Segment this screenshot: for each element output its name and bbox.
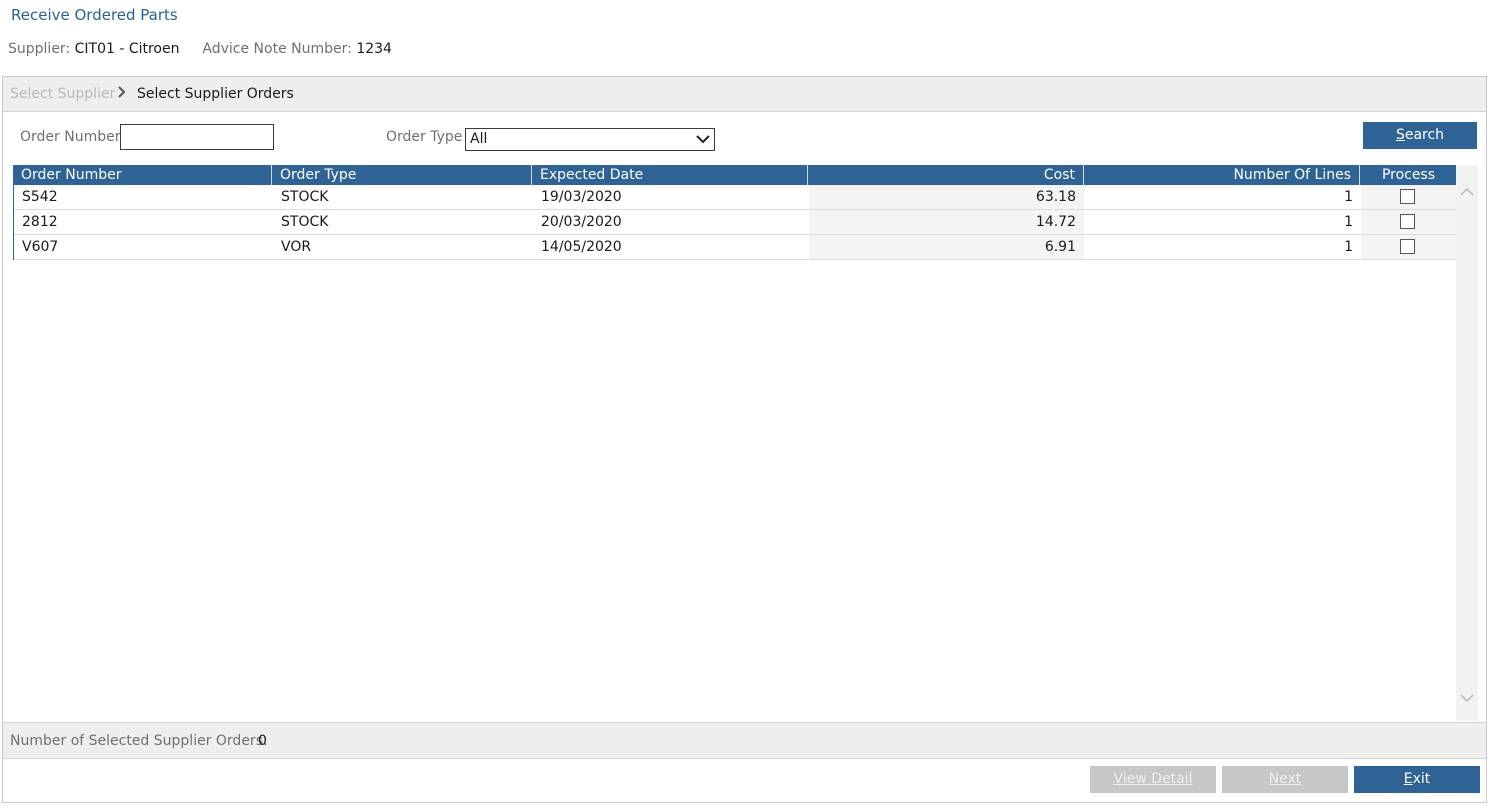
column-header-number-of-lines[interactable]: Number Of Lines — [1084, 165, 1360, 185]
table-row[interactable]: 2812 STOCK 20/03/2020 14.72 1 — [14, 210, 1456, 235]
order-number-label: Order Number — [20, 129, 121, 145]
table-row[interactable]: V607 VOR 14/05/2020 6.91 1 — [14, 235, 1456, 260]
chevron-up-icon[interactable] — [1460, 185, 1474, 201]
column-header-process[interactable]: Process — [1360, 165, 1457, 185]
order-type-selected-value: All — [470, 131, 488, 147]
selected-orders-label: Number of Selected Supplier Orders: — [10, 733, 268, 749]
view-detail-button[interactable]: View Detail — [1090, 766, 1216, 793]
cell-number-of-lines: 1 — [1344, 214, 1353, 230]
order-type-select[interactable]: All — [465, 128, 715, 151]
process-checkbox[interactable] — [1400, 239, 1415, 254]
cell-cost: 14.72 — [809, 210, 1084, 234]
advice-note-label: Advice Note Number: — [202, 41, 352, 57]
exit-accesskey: E — [1403, 771, 1413, 787]
cell-number-of-lines: 1 — [1344, 189, 1353, 205]
process-checkbox[interactable] — [1400, 214, 1415, 229]
order-number-input[interactable] — [120, 124, 274, 150]
column-header-order-number[interactable]: Order Number — [13, 165, 272, 185]
page-title: Receive Ordered Parts — [11, 6, 178, 24]
cell-order-type: STOCK — [281, 214, 329, 230]
view-detail-accesskey: V — [1113, 771, 1123, 787]
cell-order-number: 2812 — [22, 214, 58, 230]
grid-scrollbar[interactable] — [1456, 165, 1478, 721]
supplier-value: CIT01 - Citroen — [74, 41, 180, 57]
breadcrumb-select-supplier-orders: Select Supplier Orders — [137, 86, 294, 102]
cell-order-number: V607 — [22, 239, 59, 255]
search-button[interactable]: Search — [1363, 122, 1477, 149]
supplier-label: Supplier: — [8, 41, 71, 57]
column-header-order-type[interactable]: Order Type — [272, 165, 532, 185]
cell-cost: 63.18 — [809, 185, 1084, 209]
breadcrumb: Select Supplier Select Supplier Orders — [3, 77, 1486, 112]
order-context-info: Supplier: CIT01 - Citroen Advice Note Nu… — [8, 41, 392, 57]
grid-header: Order Number Order Type Expected Date Co… — [13, 165, 1457, 185]
search-button-label: earch — [1404, 127, 1445, 143]
cell-order-type: STOCK — [281, 189, 329, 205]
cell-process — [1361, 210, 1456, 234]
cell-number-of-lines: 1 — [1344, 239, 1353, 255]
process-checkbox[interactable] — [1400, 189, 1415, 204]
next-accesskey: N — [1268, 771, 1280, 787]
order-type-label: Order Type — [386, 129, 463, 145]
column-header-cost[interactable]: Cost — [808, 165, 1084, 185]
exit-button[interactable]: Exit — [1354, 766, 1480, 793]
grid-body: S542 STOCK 19/03/2020 63.18 1 2812 STOCK… — [13, 185, 1457, 260]
selected-orders-count: 0 — [258, 733, 267, 749]
cell-expected-date: 19/03/2020 — [541, 189, 622, 205]
chevron-right-icon — [116, 85, 128, 103]
column-header-expected-date[interactable]: Expected Date — [532, 165, 808, 185]
cell-order-type: VOR — [281, 239, 312, 255]
main-panel: Select Supplier Select Supplier Orders O… — [2, 76, 1487, 803]
chevron-down-icon[interactable] — [1460, 691, 1474, 707]
next-label: ext — [1279, 771, 1302, 787]
cell-process — [1361, 235, 1456, 259]
cell-expected-date: 20/03/2020 — [541, 214, 622, 230]
next-button[interactable]: Next — [1222, 766, 1348, 793]
exit-label: xit — [1412, 771, 1431, 787]
table-row[interactable]: S542 STOCK 19/03/2020 63.18 1 — [14, 185, 1456, 210]
chevron-down-icon — [696, 133, 710, 149]
selected-orders-status: Number of Selected Supplier Orders: 0 — [3, 722, 1486, 759]
cell-cost: 6.91 — [809, 235, 1084, 259]
breadcrumb-select-supplier[interactable]: Select Supplier — [10, 86, 115, 102]
cell-order-number: S542 — [22, 189, 58, 205]
advice-note-value: 1234 — [356, 41, 392, 57]
supplier-orders-grid: Order Number Order Type Expected Date Co… — [13, 165, 1457, 260]
view-detail-label: iew Detail — [1122, 771, 1193, 787]
search-button-accesskey: S — [1395, 127, 1405, 143]
cell-process — [1361, 185, 1456, 209]
cell-expected-date: 14/05/2020 — [541, 239, 622, 255]
